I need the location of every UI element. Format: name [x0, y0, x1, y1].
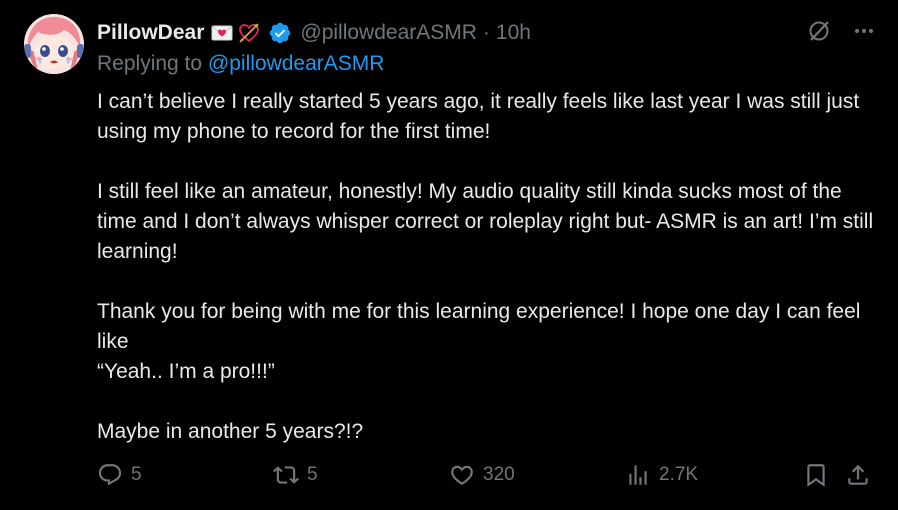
timestamp[interactable]: 10h [496, 21, 531, 45]
repost-count: 5 [307, 464, 318, 485]
views-button[interactable]: 2.7K [625, 462, 698, 488]
body-paragraph-2: I still feel like an amateur, honestly! … [97, 180, 874, 263]
replying-mention[interactable]: @pillowdearASMR [208, 52, 385, 75]
replying-prefix: Replying to [97, 52, 208, 75]
heart-icon [449, 462, 475, 488]
like-button[interactable]: 320 [449, 462, 515, 488]
display-name[interactable]: PillowDear [97, 21, 204, 45]
body-paragraph-5: Maybe in another 5 years?!? [97, 420, 364, 443]
action-bar: 5 5 320 2.7K [97, 462, 876, 494]
repost-icon [273, 462, 299, 488]
repost-button[interactable]: 5 [273, 462, 318, 488]
share-icon [845, 462, 871, 488]
heart-arrow-icon [237, 21, 261, 45]
views-chart-icon [625, 462, 651, 488]
like-count: 320 [483, 464, 515, 485]
verified-badge-icon[interactable] [268, 21, 292, 45]
replying-to: Replying to @pillowdearASMR [97, 52, 384, 76]
grok-icon[interactable] [806, 18, 832, 49]
share-button[interactable] [845, 462, 871, 488]
love-letter-icon [210, 21, 234, 45]
top-right-actions [806, 18, 876, 49]
body-paragraph-3: Thank you for being with me for this lea… [97, 300, 861, 353]
bookmark-button[interactable] [803, 462, 829, 488]
tweet: PillowDear @pillowdearASMR · 10h Replyin… [0, 0, 898, 510]
reply-icon [97, 462, 123, 488]
author-handle[interactable]: @pillowdearASMR [300, 21, 477, 45]
more-icon[interactable] [852, 19, 876, 48]
reply-button[interactable]: 5 [97, 462, 142, 488]
body-paragraph-1: I can’t believe I really started 5 years… [97, 90, 860, 143]
separator-dot: · [482, 21, 490, 44]
reply-count: 5 [131, 464, 142, 485]
tweet-body: I can’t believe I really started 5 years… [97, 87, 877, 447]
avatar-image [24, 14, 84, 74]
views-count: 2.7K [659, 464, 699, 485]
avatar[interactable] [24, 14, 84, 74]
tweet-header: PillowDear @pillowdearASMR · 10h [97, 18, 531, 48]
body-paragraph-4: “Yeah.. I’m a pro!!!” [97, 360, 275, 383]
bookmark-icon [803, 462, 829, 488]
